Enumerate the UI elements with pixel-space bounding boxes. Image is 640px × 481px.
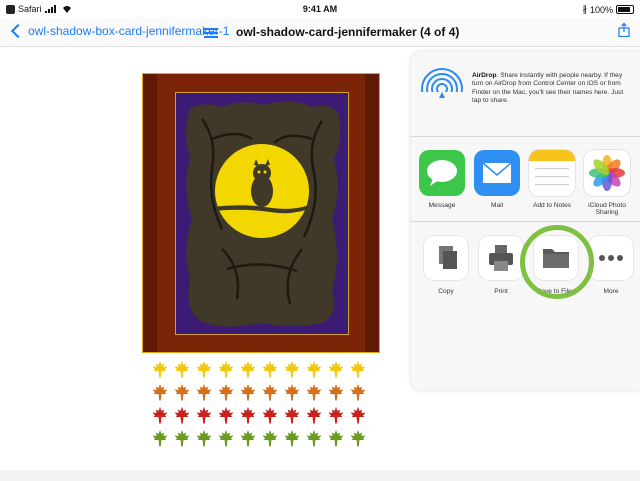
maple-leaf-icon bbox=[240, 361, 256, 378]
back-button[interactable]: owl-shadow-box-card-jennifermaker-1 bbox=[10, 23, 230, 39]
action-label: Print bbox=[494, 288, 508, 295]
maple-leaf-icon bbox=[262, 384, 278, 401]
maple-leaf-icon bbox=[262, 361, 278, 378]
more-icon bbox=[589, 236, 633, 280]
maple-leaf-icon bbox=[240, 384, 256, 401]
card-right-stripe bbox=[365, 74, 379, 352]
card-panel bbox=[175, 92, 349, 335]
maple-leaf-icon bbox=[196, 361, 212, 378]
photos-icon bbox=[584, 150, 630, 196]
maple-leaf-icon bbox=[174, 407, 190, 424]
maple-leaf-icon bbox=[196, 430, 212, 447]
maple-leaf-icon bbox=[218, 361, 234, 378]
maple-leaf-icon bbox=[284, 407, 300, 424]
leaf-row-yellow bbox=[151, 360, 367, 381]
maple-leaf-icon bbox=[152, 407, 168, 424]
maple-leaf-icon bbox=[350, 361, 366, 378]
owl-tree-artwork bbox=[186, 101, 341, 327]
share-app-message[interactable]: Message bbox=[414, 150, 470, 209]
maple-leaf-icon bbox=[240, 407, 256, 424]
share-icon[interactable] bbox=[618, 23, 630, 37]
maple-leaf-icon bbox=[284, 430, 300, 447]
status-bar: Safari 9:41 AM ∦ 100% bbox=[0, 0, 640, 18]
maple-leaf-icon bbox=[328, 430, 344, 447]
maple-leaf-icon bbox=[174, 430, 190, 447]
maple-leaf-icon bbox=[328, 384, 344, 401]
airdrop-description: AirDrop. Share instantly with people nea… bbox=[472, 72, 632, 105]
maple-leaf-icon bbox=[262, 407, 278, 424]
maple-leaf-icon bbox=[306, 384, 322, 401]
action-label: Copy bbox=[438, 288, 454, 295]
notes-icon bbox=[529, 150, 575, 196]
maple-leaf-icon bbox=[306, 361, 322, 378]
share-app-label: Mail bbox=[490, 202, 504, 209]
mail-icon bbox=[474, 150, 520, 196]
maple-leaf-icon bbox=[240, 430, 256, 447]
maple-leaf-icon bbox=[174, 384, 190, 401]
maple-leaf-icon bbox=[152, 430, 168, 447]
nav-bar: owl-shadow-box-card-jennifermaker-1 owl-… bbox=[0, 18, 640, 47]
owl-card-image bbox=[142, 73, 380, 353]
maple-leaf-icon bbox=[196, 407, 212, 424]
list-icon[interactable] bbox=[204, 28, 218, 40]
action-copy[interactable]: Copy bbox=[418, 236, 474, 295]
share-app-label: iCloud Photo Sharing bbox=[588, 202, 626, 216]
action-label: More bbox=[603, 288, 619, 295]
share-app-label: Message bbox=[428, 202, 456, 209]
maple-leaf-icon bbox=[350, 430, 366, 447]
back-button-label: owl-shadow-box-card-jennifermaker-1 bbox=[28, 24, 230, 38]
maple-leaf-icon bbox=[218, 407, 234, 424]
maple-leaf-icon bbox=[218, 384, 234, 401]
maple-leaf-icon bbox=[306, 430, 322, 447]
page-title: owl-shadow-card-jennifermaker (4 of 4) bbox=[236, 25, 460, 39]
save-to-files-highlight-ring bbox=[520, 225, 594, 299]
share-apps-row: Message Mail Add to Notes iCloud Photo S… bbox=[411, 137, 640, 222]
maple-leaf-icon bbox=[152, 361, 168, 378]
airdrop-title: AirDrop bbox=[472, 72, 497, 79]
print-icon bbox=[479, 236, 523, 280]
chevron-left-icon bbox=[10, 23, 26, 39]
card-left-stripe bbox=[143, 74, 157, 352]
maple-leaf-icon bbox=[328, 361, 344, 378]
share-sheet: AirDrop. Share instantly with people nea… bbox=[411, 52, 640, 390]
leaf-row-orange bbox=[151, 383, 367, 404]
share-app-icloud-photos[interactable]: iCloud Photo Sharing bbox=[579, 150, 635, 216]
maple-leaf-icon bbox=[306, 407, 322, 424]
leaf-row-green bbox=[151, 429, 367, 450]
maple-leaf-icon bbox=[262, 430, 278, 447]
footer-strip bbox=[0, 470, 640, 481]
maple-leaf-icon bbox=[218, 430, 234, 447]
copy-icon bbox=[424, 236, 468, 280]
share-app-label: Add to Notes bbox=[532, 202, 572, 209]
maple-leaf-icon bbox=[350, 384, 366, 401]
battery-percent: 100% bbox=[589, 4, 613, 15]
leaf-row-red bbox=[151, 406, 367, 427]
share-app-mail[interactable]: Mail bbox=[469, 150, 525, 209]
maple-leaf-icon bbox=[284, 384, 300, 401]
airdrop-icon bbox=[421, 68, 463, 110]
maple-leaf-icon bbox=[284, 361, 300, 378]
message-icon bbox=[419, 150, 465, 196]
maple-leaf-icon bbox=[350, 407, 366, 424]
maple-leaf-icon bbox=[152, 384, 168, 401]
share-app-notes[interactable]: Add to Notes bbox=[524, 150, 580, 209]
maple-leaf-icon bbox=[196, 384, 212, 401]
maple-leaves-grid bbox=[151, 360, 367, 452]
status-right: ∦ 100% bbox=[582, 4, 634, 15]
maple-leaf-icon bbox=[328, 407, 344, 424]
bluetooth-icon: ∦ bbox=[582, 4, 587, 14]
battery-icon bbox=[616, 5, 634, 14]
status-time: 9:41 AM bbox=[302, 4, 338, 14]
maple-leaf-icon bbox=[174, 361, 190, 378]
airdrop-section[interactable]: AirDrop. Share instantly with people nea… bbox=[411, 52, 640, 137]
